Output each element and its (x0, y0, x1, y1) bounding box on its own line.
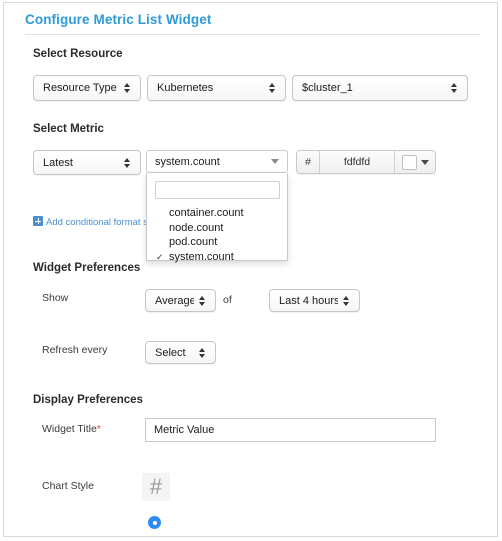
metric-combobox-value: system.count (155, 155, 220, 168)
select-resource-cluster[interactable]: $cluster_1 (292, 75, 468, 101)
configure-widget-screen: Configure Metric List Widget Select Reso… (0, 0, 502, 541)
section-heading-display-preferences: Display Preferences (33, 394, 143, 406)
section-heading-widget-preferences: Widget Preferences (33, 262, 141, 274)
updown-chevron-icon (194, 347, 210, 358)
select-refresh-interval[interactable]: Select (145, 341, 216, 364)
updown-chevron-icon (119, 157, 135, 168)
configure-widget-card: Configure Metric List Widget Select Reso… (3, 2, 498, 537)
metric-search-input[interactable] (155, 181, 280, 199)
select-resource-platform-value: Kubernetes (157, 82, 214, 94)
select-refresh-interval-value: Select (155, 346, 186, 359)
metric-color-picker[interactable]: # fdfdfd (296, 150, 436, 174)
metric-option-label: pod.count (169, 236, 218, 248)
metric-option-label: system.count (169, 250, 234, 263)
select-metric-aggregation[interactable]: Latest (33, 150, 141, 175)
updown-chevron-icon (194, 295, 210, 306)
label-of: of (223, 294, 232, 306)
metric-option-node-count[interactable]: node.count (147, 221, 287, 236)
metric-dropdown-panel: container.count node.count pod.count ✓ s… (146, 173, 288, 264)
label-refresh-every: Refresh every (42, 344, 108, 356)
page-title: Configure Metric List Widget (25, 12, 212, 27)
plus-icon (33, 216, 43, 226)
metric-option-container-count[interactable]: container.count (147, 206, 287, 221)
select-show-aggregation-value: Average (155, 294, 194, 307)
select-resource-type[interactable]: Resource Type (33, 75, 141, 101)
select-time-range-value: Last 4 hours (279, 294, 338, 307)
label-show: Show (42, 292, 69, 304)
color-hash-prefix: # (297, 151, 320, 173)
select-resource-type-value: Resource Type (43, 82, 117, 94)
radio-dot (152, 520, 157, 525)
chevron-down-icon (271, 159, 279, 164)
select-resource-platform[interactable]: Kubernetes (147, 75, 286, 101)
metric-combobox[interactable]: system.count (146, 150, 288, 173)
select-metric-aggregation-value: Latest (43, 156, 73, 169)
label-chart-style: Chart Style (42, 480, 94, 492)
metric-option-label: node.count (169, 221, 224, 234)
select-time-range[interactable]: Last 4 hours (269, 289, 360, 312)
title-divider (25, 34, 480, 35)
updown-chevron-icon (446, 83, 462, 93)
updown-chevron-icon (338, 295, 354, 306)
metric-option-list: container.count node.count pod.count ✓ s… (147, 206, 287, 264)
widget-title-value: Metric Value (154, 424, 215, 436)
chevron-down-icon (420, 159, 429, 165)
widget-title-input[interactable]: Metric Value (145, 418, 436, 442)
chart-style-hash-icon[interactable]: # (142, 473, 170, 501)
metric-option-system-count[interactable]: ✓ system.count (147, 250, 287, 265)
color-hex-input[interactable]: fdfdfd (320, 151, 395, 173)
check-icon: ✓ (156, 251, 164, 262)
label-widget-title-text: Widget Title (42, 423, 97, 435)
updown-chevron-icon (264, 83, 280, 93)
metric-option-pod-count[interactable]: pod.count (147, 235, 287, 250)
chart-style-radio-selected[interactable] (148, 516, 161, 529)
label-widget-title: Widget Title* (42, 423, 101, 435)
color-swatch (401, 154, 417, 170)
metric-option-label: container.count (169, 207, 244, 219)
select-resource-cluster-value: $cluster_1 (302, 82, 353, 94)
section-heading-select-resource: Select Resource (33, 48, 123, 60)
updown-chevron-icon (119, 83, 135, 93)
section-heading-select-metric: Select Metric (33, 123, 104, 135)
required-asterisk: * (96, 424, 101, 435)
select-show-aggregation[interactable]: Average (145, 289, 216, 312)
color-swatch-button[interactable] (395, 151, 435, 173)
